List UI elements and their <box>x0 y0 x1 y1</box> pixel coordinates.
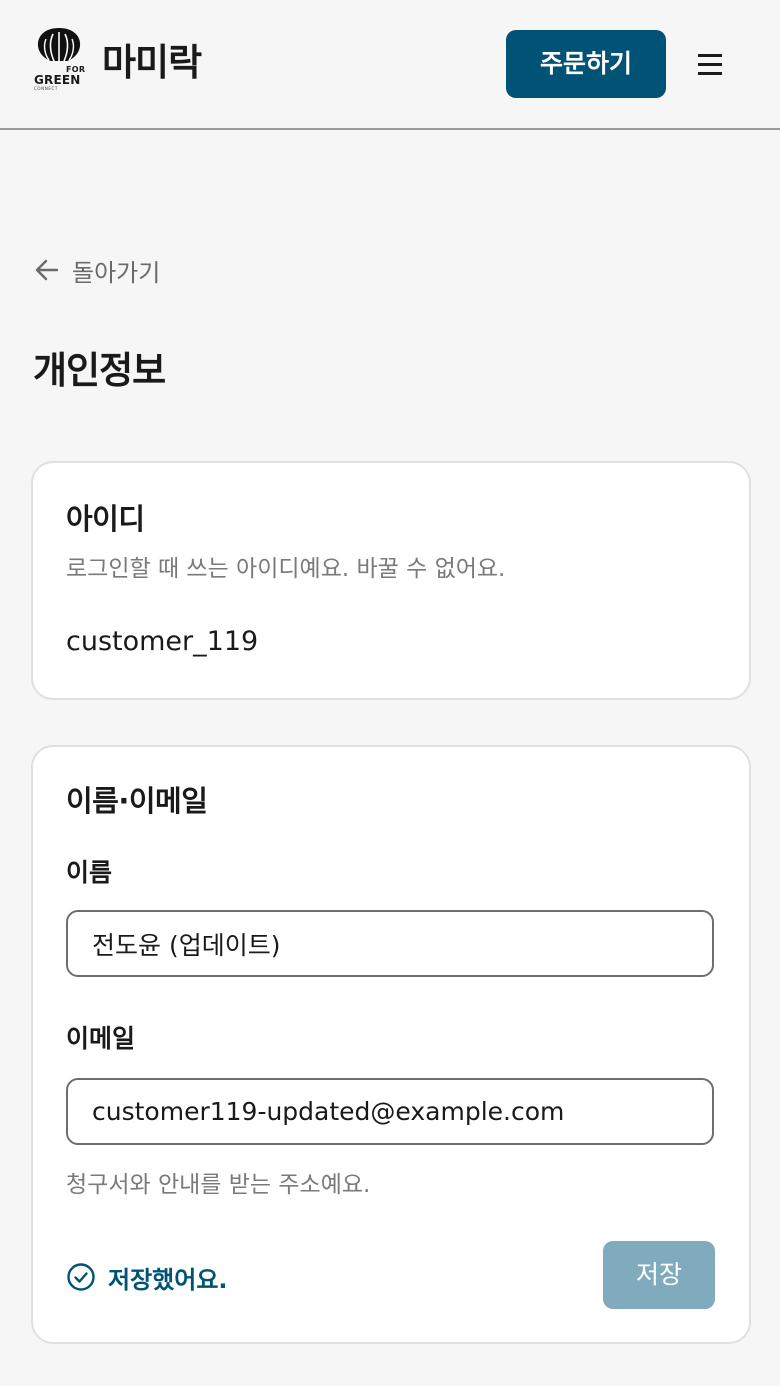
check-circle-icon <box>67 1263 95 1291</box>
name-label: 이름 <box>66 858 113 887</box>
hamburger-menu-icon[interactable] <box>696 50 728 80</box>
brand-name[interactable]: 마미락 <box>102 38 202 88</box>
order-button[interactable]: 주문하기 <box>506 30 666 98</box>
id-card-description: 로그인할 때 쓰는 아이디예요. 바꿀 수 없어요. <box>66 556 506 582</box>
save-button[interactable]: 저장 <box>603 1241 715 1309</box>
email-hint: 청구서와 안내를 받는 주소예요. <box>66 1172 371 1198</box>
id-card: 아이디 로그인할 때 쓰는 아이디예요. 바꿀 수 없어요. customer_… <box>31 461 751 700</box>
email-label: 이메일 <box>66 1024 136 1053</box>
profile-card-title: 이름·이메일 <box>66 784 208 818</box>
page-title: 개인정보 <box>33 349 166 392</box>
email-input[interactable] <box>66 1078 714 1145</box>
logo-green-text: GREEN <box>34 73 81 87</box>
logo-connect-text: CONNECT <box>34 86 58 91</box>
name-input[interactable] <box>66 910 714 977</box>
back-link[interactable]: 돌아가기 <box>34 250 160 290</box>
saved-message: 저장했어요. <box>108 1265 228 1294</box>
profile-card: 이름·이메일 이름 이메일 청구서와 안내를 받는 주소예요. 저장했어요. 저… <box>31 745 751 1344</box>
arrow-left-icon <box>35 259 59 281</box>
saved-status: 저장했어요. <box>66 1257 228 1297</box>
leaf-logo-icon <box>37 28 81 62</box>
id-card-title: 아이디 <box>66 502 145 536</box>
for-green-logo[interactable]: FOR GREEN CONNECT <box>34 28 86 92</box>
user-id-value: customer_119 <box>66 626 259 657</box>
back-link-label: 돌아가기 <box>72 258 161 287</box>
app-header: FOR GREEN CONNECT 마미락 주문하기 <box>0 0 780 130</box>
